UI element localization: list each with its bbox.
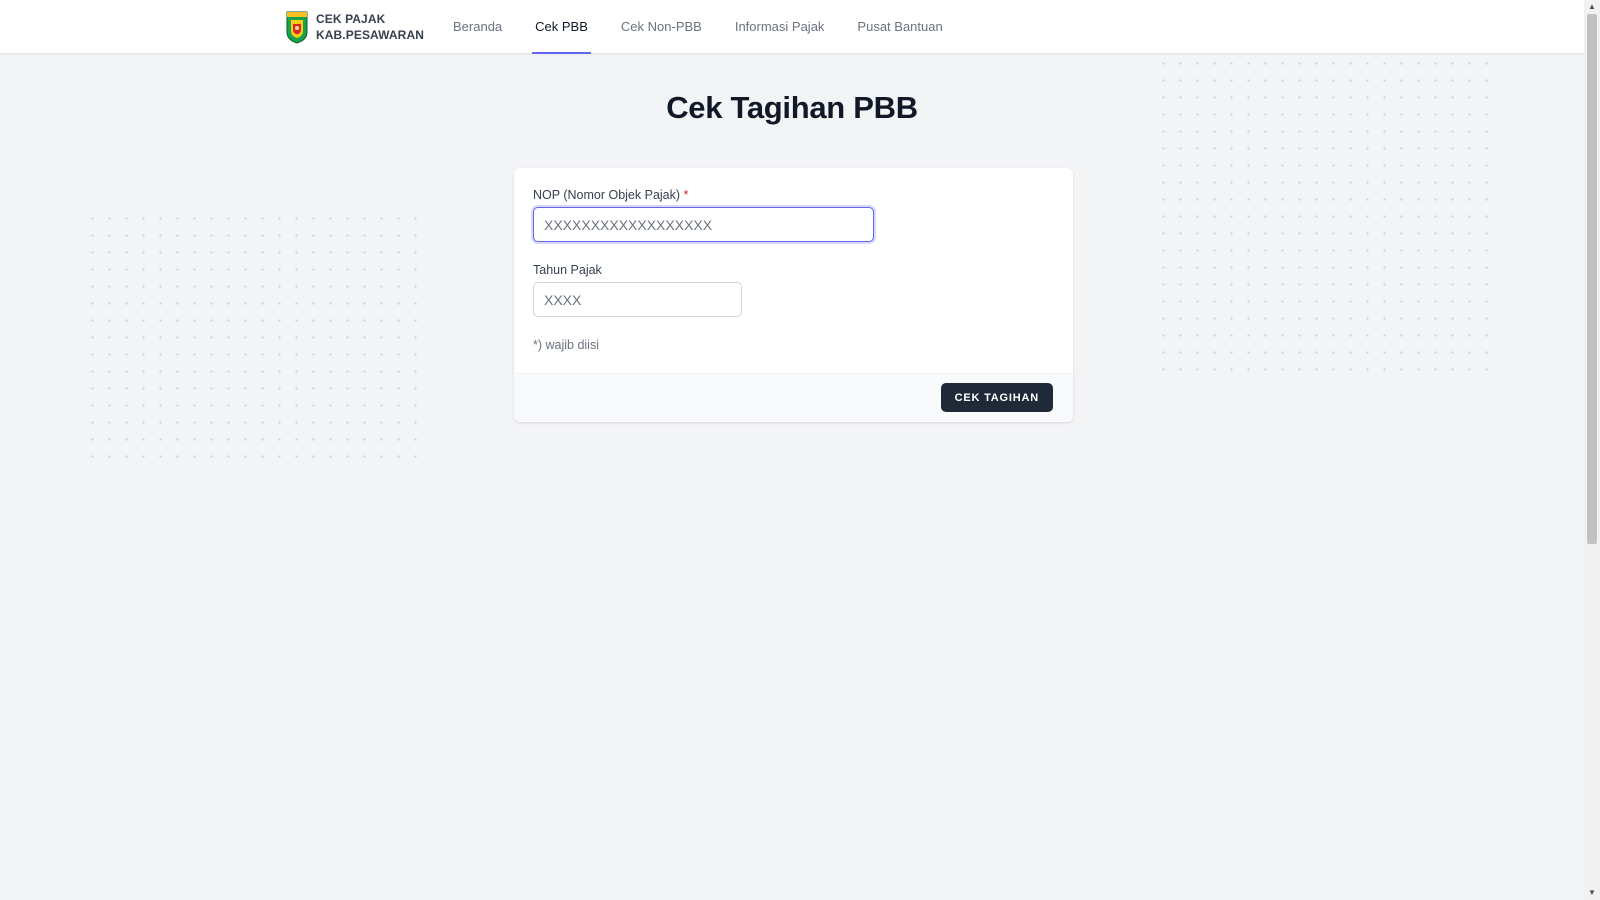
page-title: Cek Tagihan PBB [666, 90, 918, 125]
nav-cek-pbb[interactable]: Cek PBB [532, 0, 591, 54]
main-nav: Beranda Cek PBB Cek Non-PBB Informasi Pa… [450, 0, 973, 54]
brand[interactable]: CEK PAJAK KAB.PESAWARAN [285, 10, 424, 44]
pbb-check-form: NOP (Nomor Objek Pajak) * Tahun Pajak *)… [514, 168, 1073, 422]
nav-beranda[interactable]: Beranda [450, 0, 505, 53]
required-note: *) wajib diisi [533, 338, 599, 352]
nav-informasi-pajak[interactable]: Informasi Pajak [732, 0, 828, 53]
page-scrollbar[interactable]: ▲ ▼ [1584, 0, 1600, 900]
cek-tagihan-button[interactable]: CEK TAGIHAN [940, 383, 1053, 412]
nav-pusat-bantuan[interactable]: Pusat Bantuan [854, 0, 945, 53]
nop-input[interactable] [533, 207, 874, 242]
dot-pattern-decoration-left [84, 210, 431, 460]
nav-cek-non-pbb[interactable]: Cek Non-PBB [618, 0, 705, 53]
brand-line-2: KAB.PESAWARAN [316, 28, 424, 42]
arrow-up-icon[interactable]: ▲ [1584, 0, 1600, 14]
brand-line-1: CEK PAJAK [316, 12, 386, 26]
scrollbar-thumb[interactable] [1587, 14, 1597, 544]
arrow-down-icon[interactable]: ▼ [1584, 886, 1600, 900]
pesawaran-logo-icon [286, 11, 308, 44]
nop-label: NOP (Nomor Objek Pajak) * [533, 188, 688, 202]
nop-label-text: NOP (Nomor Objek Pajak) [533, 188, 681, 202]
top-navbar: CEK PAJAK KAB.PESAWARAN Beranda Cek PBB … [0, 0, 1584, 54]
form-footer: CEK TAGIHAN [514, 373, 1073, 422]
tahun-pajak-input[interactable] [533, 282, 742, 317]
tahun-pajak-label: Tahun Pajak [533, 263, 602, 277]
required-asterisk: * [683, 188, 689, 202]
